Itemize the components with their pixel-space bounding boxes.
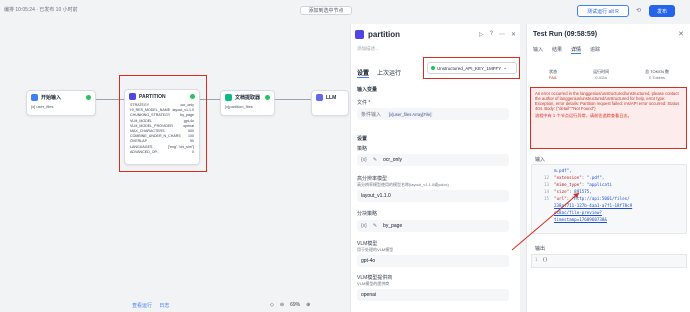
annotation-arrow bbox=[511, 192, 580, 251]
